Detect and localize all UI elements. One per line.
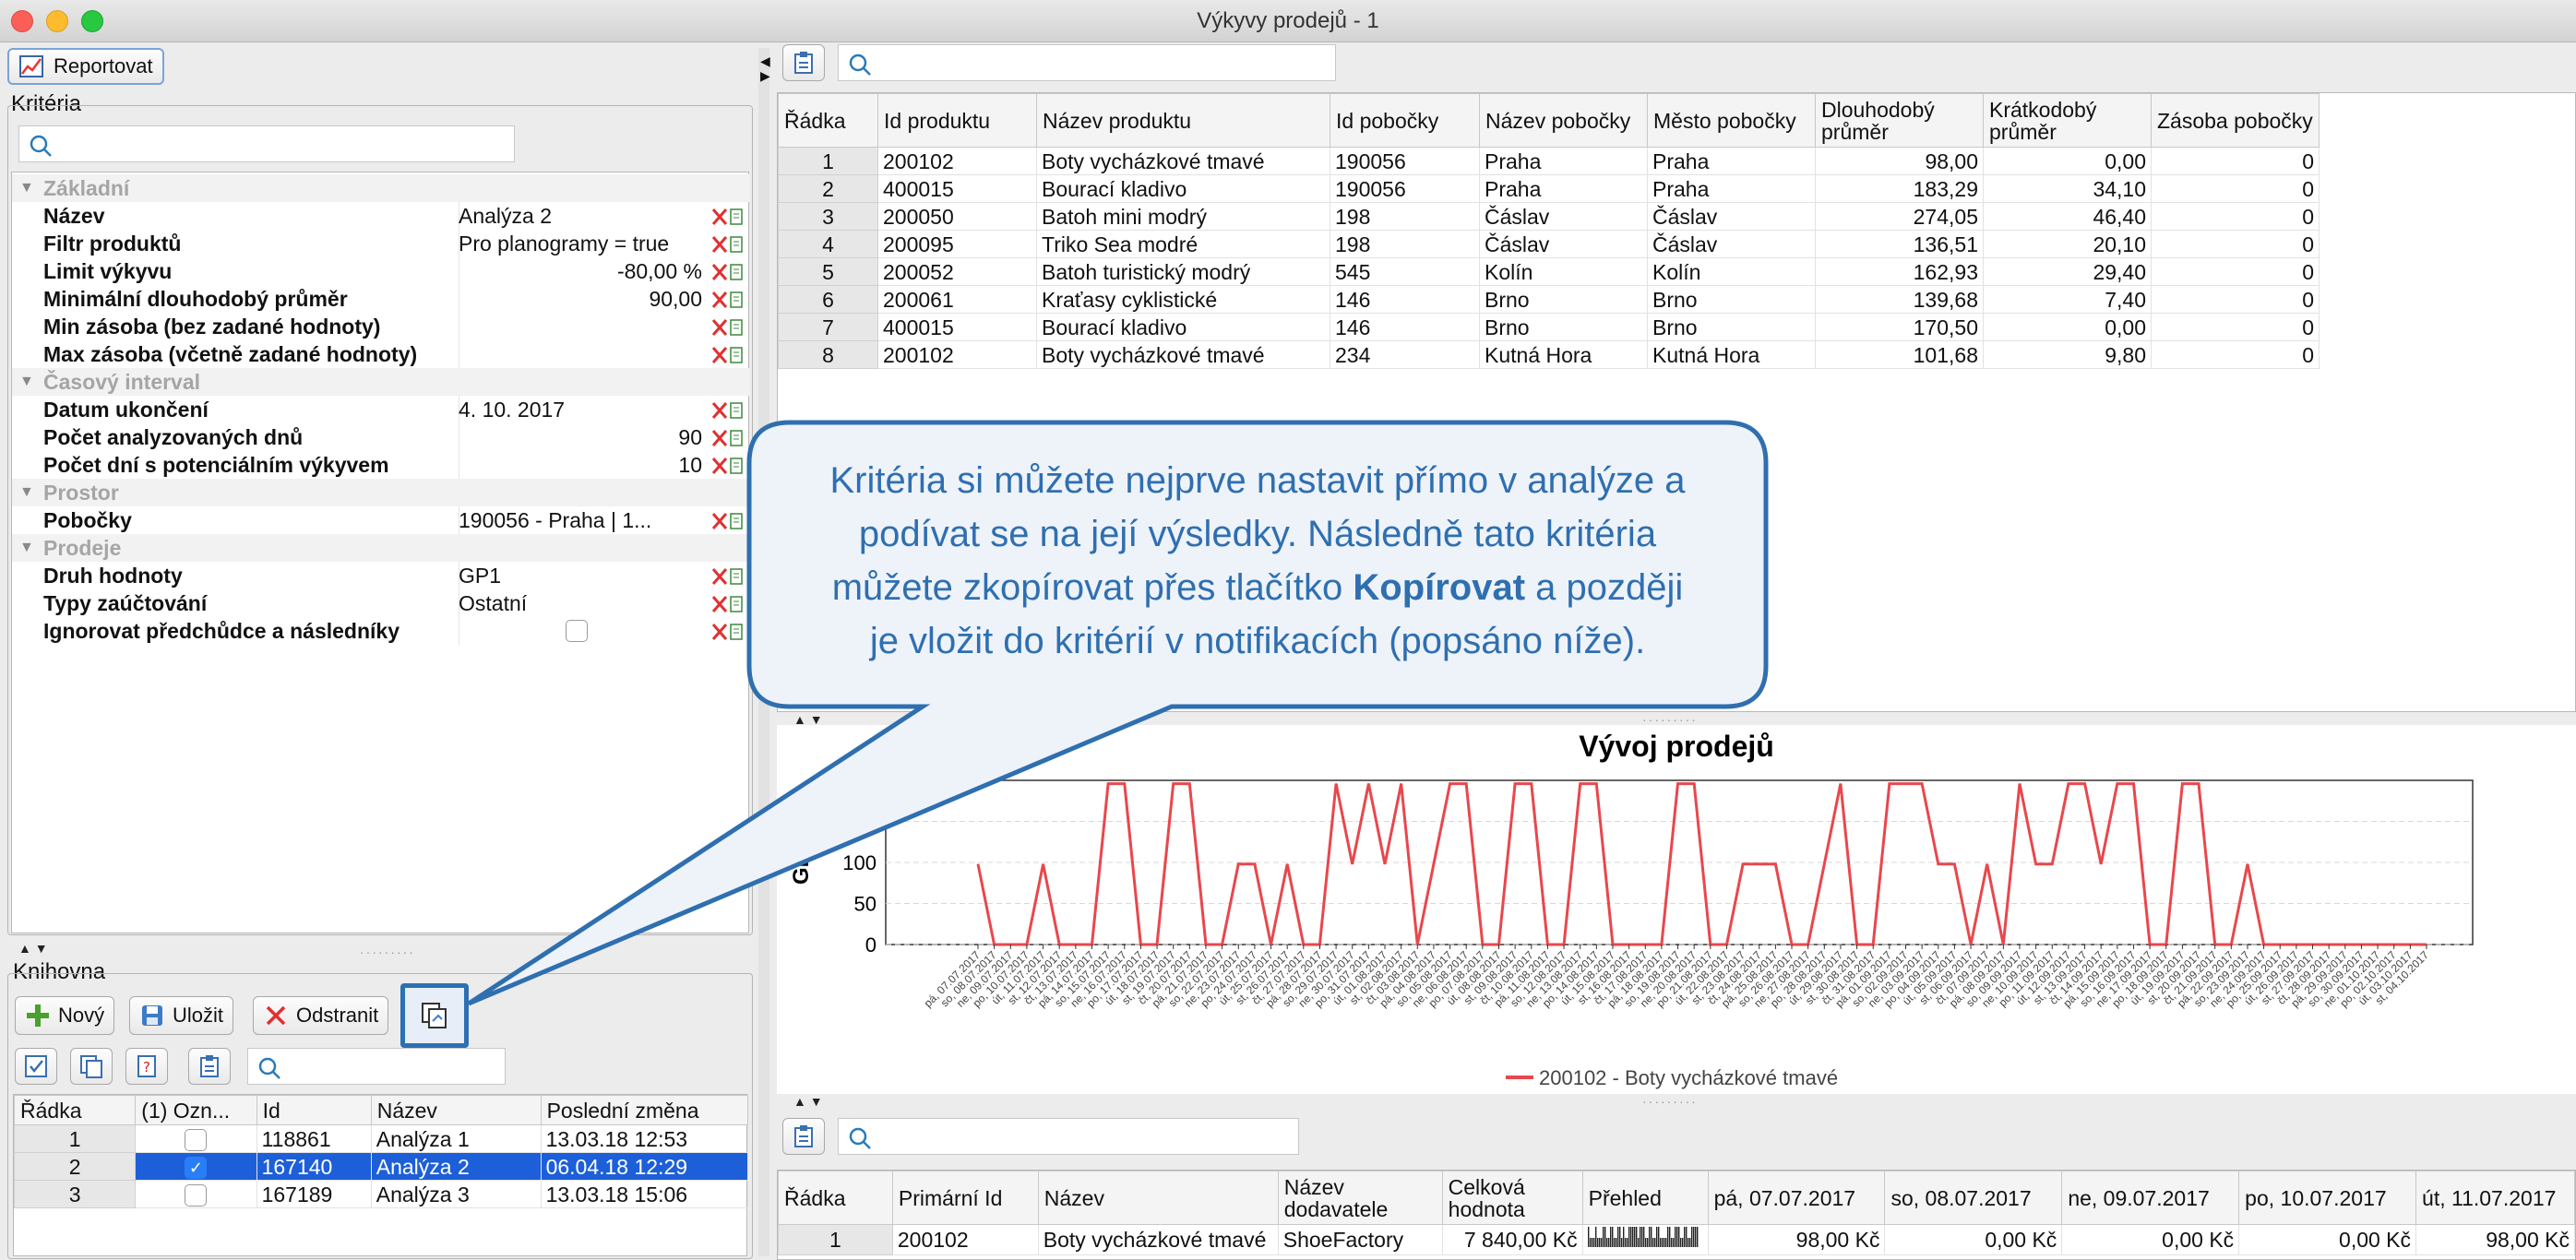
callout-text-fragment: můžete zkopírovat přes tlačítko xyxy=(831,567,1354,608)
callout-line: je vložit do kritérií v notifikacích (po… xyxy=(869,621,1646,661)
callout-text-fragment: a později xyxy=(1525,567,1684,608)
callout-line: podívat se na její výsledky. Následně ta… xyxy=(858,514,1657,554)
callout-text: Kritéria si můžete nejprve nastavit přím… xyxy=(766,454,1749,668)
callout-line: můžete zkopírovat přes tlačítko Kopírova… xyxy=(766,561,1749,614)
callout-line: Kritéria si můžete nejprve nastavit přím… xyxy=(829,460,1686,501)
callout-bold-text: Kopírovat xyxy=(1353,567,1526,608)
